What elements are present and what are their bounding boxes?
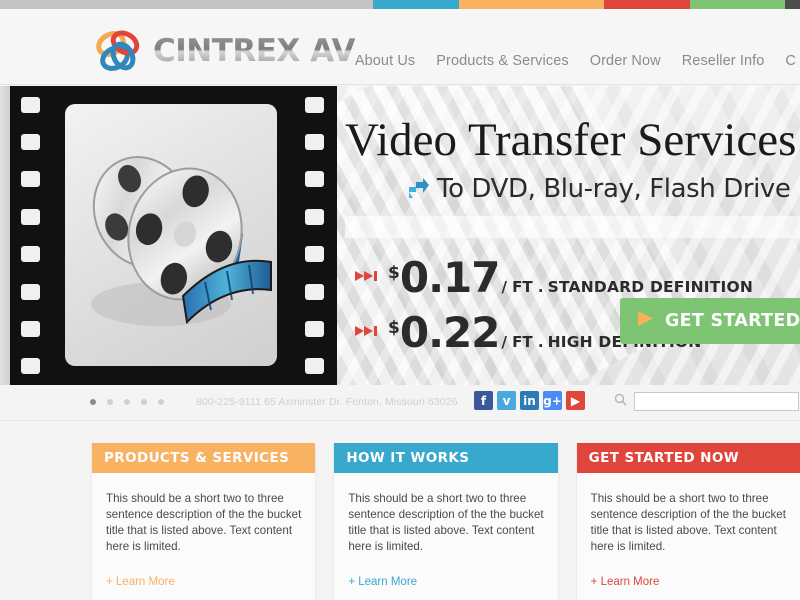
card-description: This should be a short two to three sent… (106, 492, 302, 553)
film-reels-image (65, 104, 277, 366)
card-description: This should be a short two to three sent… (590, 492, 786, 553)
carousel-dot-1[interactable] (90, 399, 96, 405)
get-started-now-button[interactable]: GET STARTED NOW (620, 298, 800, 344)
nav-item-products-services[interactable]: Products & Services (436, 53, 568, 69)
card-title: HOW IT WORKS (346, 450, 470, 466)
hero-copy: Video Transfer Services To DVD, Blu-ray,… (345, 86, 800, 385)
transfer-arrow-icon (407, 175, 429, 204)
linkedin-icon[interactable]: in (520, 391, 539, 410)
carousel-dot-5[interactable] (158, 399, 164, 405)
fast-forward-icon (355, 324, 381, 342)
film-perforation (304, 320, 324, 337)
price-currency: $ (388, 263, 400, 283)
price-amount: 0.22 (399, 308, 501, 357)
fast-forward-icon (355, 269, 381, 287)
carousel-dot-2[interactable] (107, 399, 113, 405)
card-description: This should be a short two to three sent… (348, 492, 544, 553)
green-segment (690, 0, 785, 9)
main-navigation[interactable]: About Us Products & Services Order Now R… (355, 53, 800, 69)
card-learn-more-link[interactable]: + Learn More (334, 568, 557, 600)
price-currency: $ (388, 318, 400, 338)
youtube-icon[interactable]: ▶ (566, 391, 585, 410)
search-icon (614, 393, 627, 411)
card-body: This should be a short two to three sent… (577, 473, 800, 568)
contact-address-line: 800-225-9111 65 Axminster Dr. Fenton, Mi… (196, 396, 458, 408)
blue-segment (373, 0, 459, 9)
film-perforation (20, 171, 40, 188)
film-perforations-right (303, 86, 325, 385)
feature-cards: PRODUCTS & SERVICES This should be a sho… (0, 443, 800, 600)
hero-title: Video Transfer Services (345, 114, 797, 166)
film-strip-left-edge (0, 86, 10, 385)
facebook-icon[interactable]: f (474, 391, 493, 410)
social-links[interactable]: f ᴠ in g+ ▶ (474, 391, 585, 410)
darkgray-segment (785, 0, 800, 9)
logo-wordmark: CINTREX AV (153, 33, 356, 69)
price-amount: 0.17 (399, 253, 501, 302)
card-header: GET STARTED NOW (576, 443, 800, 473)
card-learn-more-link[interactable]: + Learn More (92, 568, 315, 600)
play-triangle-icon (636, 309, 655, 333)
nav-item-truncated[interactable]: C (785, 53, 796, 69)
film-perforation (20, 134, 40, 151)
search-input[interactable] (634, 392, 799, 411)
twitter-icon[interactable]: ᴠ (497, 391, 516, 410)
gray-segment (0, 0, 373, 9)
film-perforation (304, 246, 324, 263)
film-perforation (20, 208, 40, 225)
nav-item-order-now[interactable]: Order Now (590, 53, 661, 69)
card-learn-more-link[interactable]: + Learn More (577, 568, 800, 600)
card-header: HOW IT WORKS (334, 443, 558, 473)
cintrex-rings-icon (94, 29, 146, 73)
film-perforation (20, 283, 40, 300)
film-perforation (304, 208, 324, 225)
googleplus-icon[interactable]: g+ (543, 391, 562, 410)
film-strip-frame (0, 86, 337, 385)
card-title: GET STARTED NOW (588, 450, 739, 466)
card-body: This should be a short two to three sent… (92, 473, 315, 568)
film-perforation (304, 283, 324, 300)
film-perforation (304, 171, 324, 188)
hero-banner: Video Transfer Services To DVD, Blu-ray,… (0, 86, 800, 385)
card-body: This should be a short two to three sent… (334, 473, 557, 568)
nav-item-about-us[interactable]: About Us (355, 53, 415, 69)
film-perforations-left (19, 86, 41, 385)
film-perforation (20, 320, 40, 337)
price-unit: / FT . (501, 278, 544, 296)
film-perforation (304, 358, 324, 375)
hero-subtitle: To DVD, Blu-ray, Flash Drive (437, 174, 791, 204)
hero-divider (345, 216, 800, 238)
film-perforation (304, 96, 324, 113)
search-area[interactable]: SEARCH (614, 391, 800, 412)
film-perforation (20, 358, 40, 375)
film-perforation (20, 246, 40, 263)
card-get-started-now: GET STARTED NOW This should be a short t… (576, 443, 800, 600)
site-header: CINTREX AV About Us Products & Services … (0, 9, 800, 85)
card-products-services: PRODUCTS & SERVICES This should be a sho… (92, 443, 316, 600)
carousel-dot-3[interactable] (124, 399, 130, 405)
carousel-dot-4[interactable] (141, 399, 147, 405)
card-how-it-works: HOW IT WORKS This should be a short two … (334, 443, 558, 600)
carousel-dots[interactable] (90, 399, 164, 405)
card-title: PRODUCTS & SERVICES (104, 450, 290, 466)
site-logo[interactable]: CINTREX AV (94, 29, 356, 73)
price-unit: / FT . (501, 333, 544, 351)
price-definition: STANDARD DEFINITION (547, 278, 753, 296)
card-header: PRODUCTS & SERVICES (92, 443, 316, 473)
hero-subtitle-row: To DVD, Blu-ray, Flash Drive (407, 174, 791, 204)
nav-item-reseller-info[interactable]: Reseller Info (682, 53, 765, 69)
red-segment (604, 0, 690, 9)
top-color-strip (0, 0, 800, 9)
film-perforation (20, 96, 40, 113)
film-perforation (304, 134, 324, 151)
orange-segment (459, 0, 604, 9)
cta-label: GET STARTED NOW (665, 311, 800, 331)
price-row-standard: $ 0.17 / FT . STANDARD DEFINITION (355, 253, 753, 302)
